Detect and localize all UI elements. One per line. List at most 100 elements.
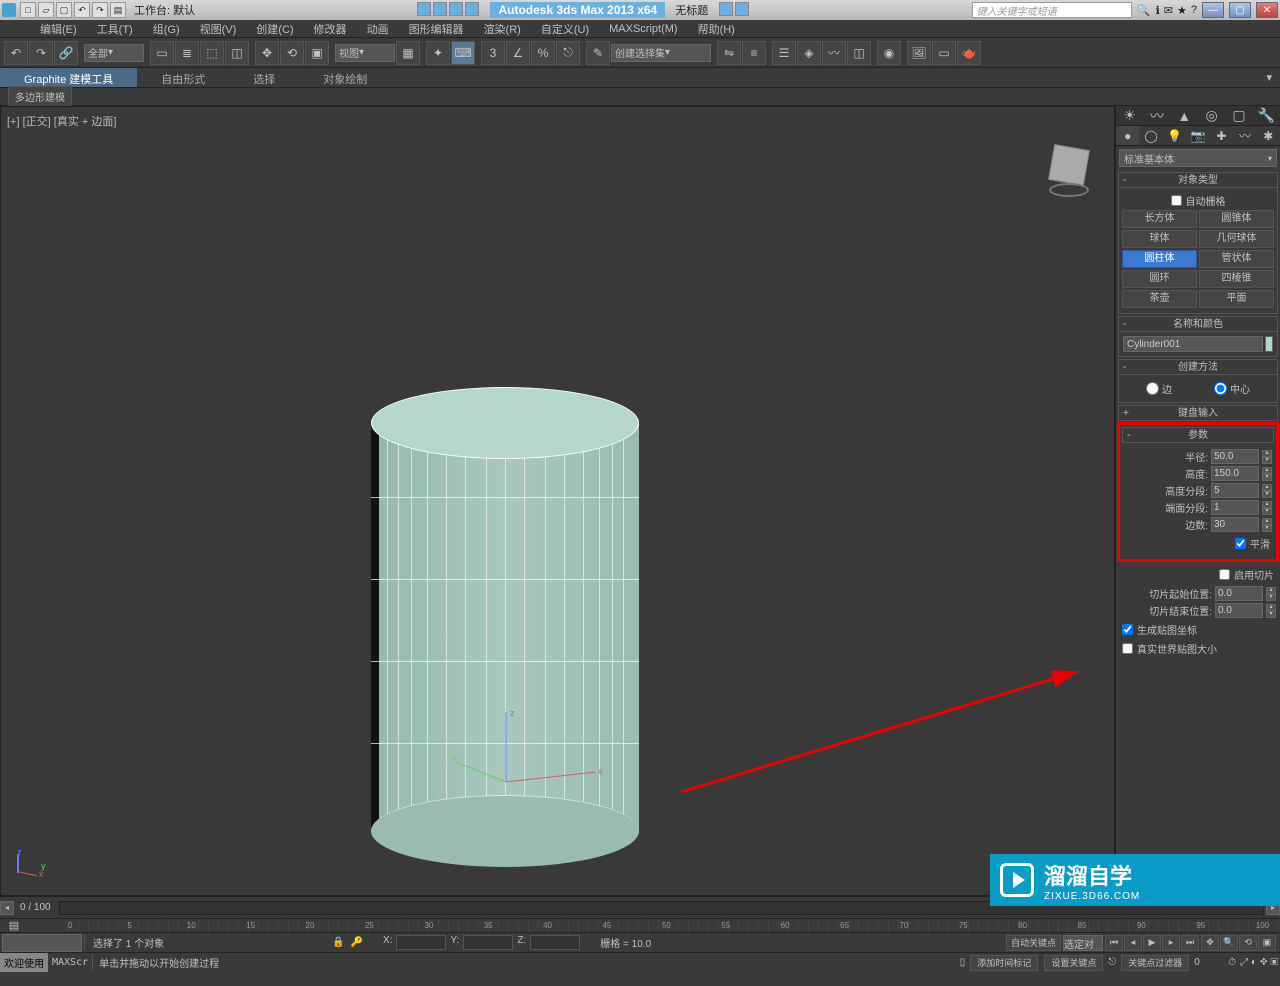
menu-help[interactable]: 帮助(H) — [688, 19, 745, 39]
schematic-icon[interactable]: ◫ — [847, 41, 871, 65]
tab-curve-icon[interactable]: 〰 — [1143, 106, 1170, 125]
nav-fov-icon[interactable]: ◐ — [1251, 957, 1257, 968]
object-name-input[interactable] — [1123, 336, 1263, 352]
qat-save-icon[interactable]: ▢ — [56, 2, 72, 18]
mirror-icon[interactable]: ⇋ — [717, 41, 741, 65]
menu-rendering[interactable]: 渲染(R) — [474, 19, 531, 39]
search-icon[interactable]: 🔍 — [1136, 4, 1152, 17]
subtab-shapes-icon[interactable]: ◯ — [1139, 126, 1162, 145]
nav-zoom-icon[interactable]: 🔍 — [1220, 935, 1238, 951]
redo-icon[interactable]: ↷ — [29, 41, 53, 65]
btn-tube[interactable]: 管状体 — [1199, 250, 1274, 268]
undo-icon[interactable]: ↶ — [4, 41, 28, 65]
comm-icon[interactable]: ✉ — [1164, 4, 1173, 17]
object-color-swatch[interactable] — [1265, 336, 1273, 352]
subtab-spacewarps-icon[interactable]: 〰 — [1233, 126, 1256, 145]
snap-percent-icon[interactable]: % — [531, 41, 555, 65]
autogrid-checkbox[interactable] — [1171, 195, 1182, 206]
chk-smooth[interactable] — [1235, 538, 1246, 549]
render-setup-icon[interactable]: 🖼 — [907, 41, 931, 65]
tab-freeform[interactable]: 自由形式 — [137, 68, 229, 87]
tab-display-icon[interactable]: ▢ — [1225, 106, 1252, 125]
render-icon[interactable]: 🫖 — [957, 41, 981, 65]
goto-start-icon[interactable]: ⏮ — [1105, 935, 1123, 951]
coord-z[interactable] — [530, 935, 580, 950]
maximize-button[interactable]: ▢ — [1229, 2, 1251, 18]
window-crossing-icon[interactable]: ◫ — [225, 41, 249, 65]
info-icon[interactable]: ℹ — [1156, 4, 1160, 17]
btn-box[interactable]: 长方体 — [1122, 210, 1197, 228]
rollout-parameters[interactable]: 参数 — [1122, 427, 1274, 443]
category-dropdown[interactable]: 标准基本体 — [1119, 149, 1277, 167]
menu-create[interactable]: 创建(C) — [246, 19, 303, 39]
menu-views[interactable]: 视图(V) — [190, 19, 247, 39]
rollout-creation-method[interactable]: 创建方法 — [1118, 359, 1278, 375]
val-sliceto[interactable]: 0.0 — [1215, 603, 1263, 618]
snap-angle-icon[interactable]: ∠ — [506, 41, 530, 65]
scroll-left-icon[interactable]: ◂ — [0, 901, 14, 915]
move-icon[interactable]: ✥ — [255, 41, 279, 65]
ref-coord-dropdown[interactable]: 视图 ▾ — [335, 44, 395, 62]
add-time-tag[interactable]: 添加时间标记 — [970, 955, 1038, 971]
snap-spinner-icon[interactable]: ⎋ — [556, 41, 580, 65]
chk-genmap[interactable] — [1122, 624, 1133, 635]
align-icon[interactable]: ≡ — [742, 41, 766, 65]
viewport[interactable]: [+] [正交] [真实 + 边面] — [0, 106, 1115, 896]
spin-radius[interactable]: ▴▾ — [1262, 450, 1272, 464]
nav-max-icon[interactable]: ▣ — [1270, 957, 1278, 968]
subtab-lights-icon[interactable]: 💡 — [1163, 126, 1186, 145]
menu-customize[interactable]: 自定义(U) — [531, 19, 599, 39]
btn-teapot[interactable]: 茶壶 — [1122, 290, 1197, 308]
val-cseg[interactable]: 1 — [1211, 500, 1259, 515]
select-name-icon[interactable]: ≣ — [175, 41, 199, 65]
spin-hseg[interactable]: ▴▾ — [1262, 484, 1272, 498]
rotate-icon[interactable]: ⟲ — [280, 41, 304, 65]
key-icon[interactable]: 🔑 — [351, 937, 363, 948]
qat-project-icon[interactable]: ▤ — [110, 2, 126, 18]
qat-undo-icon[interactable]: ↶ — [74, 2, 90, 18]
btn-cylinder[interactable]: 圆柱体 — [1122, 250, 1197, 268]
select-region-icon[interactable]: ⬚ — [200, 41, 224, 65]
menu-tools[interactable]: 工具(T) — [87, 19, 143, 39]
mini-curve-editor[interactable] — [2, 934, 82, 952]
minimize-button[interactable]: — — [1202, 2, 1224, 18]
editnamed-sel-icon[interactable]: ✎ — [586, 41, 610, 65]
snap-3d-icon[interactable]: 3 — [481, 41, 505, 65]
val-sides[interactable]: 30 — [1211, 517, 1259, 532]
coord-x[interactable] — [396, 935, 446, 950]
selection-filter-dropdown[interactable]: 全部 ▾ — [84, 44, 144, 62]
keyboard-shortcut-icon[interactable]: ⌨ — [451, 41, 475, 65]
btn-geosphere[interactable]: 几何球体 — [1199, 230, 1274, 248]
spin-height[interactable]: ▴▾ — [1262, 467, 1272, 481]
pivot-icon[interactable]: ▦ — [396, 41, 420, 65]
quick-access-toolbar[interactable]: □ ▱ ▢ ↶ ↷ ▤ — [20, 2, 126, 18]
tab-selection[interactable]: 选择 — [229, 68, 299, 87]
curve-editor-icon[interactable]: 〰 — [822, 41, 846, 65]
subtab-cameras-icon[interactable]: 📷 — [1186, 126, 1209, 145]
autokey-button[interactable]: 自动关键点 — [1006, 935, 1061, 951]
layers-icon[interactable]: ☰ — [772, 41, 796, 65]
spin-cseg[interactable]: ▴▾ — [1262, 501, 1272, 515]
coord-y[interactable] — [463, 935, 513, 950]
ribbon-collapse-icon[interactable]: ▾ — [1258, 68, 1280, 87]
keyfilter-button[interactable]: 关键点过滤器 — [1121, 955, 1189, 971]
material-editor-icon[interactable]: ◉ — [877, 41, 901, 65]
spin-sides[interactable]: ▴▾ — [1262, 518, 1272, 532]
setkey-button[interactable]: 设置关键点 — [1044, 955, 1103, 971]
goto-end-icon[interactable]: ⏭ — [1181, 935, 1199, 951]
qat-open-icon[interactable]: ▱ — [38, 2, 54, 18]
prev-frame-icon[interactable]: ◂ — [1124, 935, 1142, 951]
val-slicefrom[interactable]: 0.0 — [1215, 586, 1263, 601]
radio-center[interactable] — [1214, 382, 1227, 395]
help-icon[interactable]: ? — [1191, 4, 1197, 16]
time-tag-icon[interactable]: ▯ — [960, 957, 966, 968]
keymode-dropdown[interactable]: 选定对 — [1063, 935, 1103, 951]
link-icon[interactable]: 🔗 — [54, 41, 78, 65]
chk-realworld[interactable] — [1122, 643, 1133, 654]
qat-new-icon[interactable]: □ — [20, 2, 36, 18]
val-hseg[interactable]: 5 — [1211, 483, 1259, 498]
tab-objpaint[interactable]: 对象绘制 — [299, 68, 391, 87]
named-selset-dropdown[interactable]: 创建选择集 ▾ — [611, 44, 711, 62]
menu-grapheditors[interactable]: 图形编辑器 — [399, 19, 474, 39]
graphite-icon[interactable]: ◈ — [797, 41, 821, 65]
